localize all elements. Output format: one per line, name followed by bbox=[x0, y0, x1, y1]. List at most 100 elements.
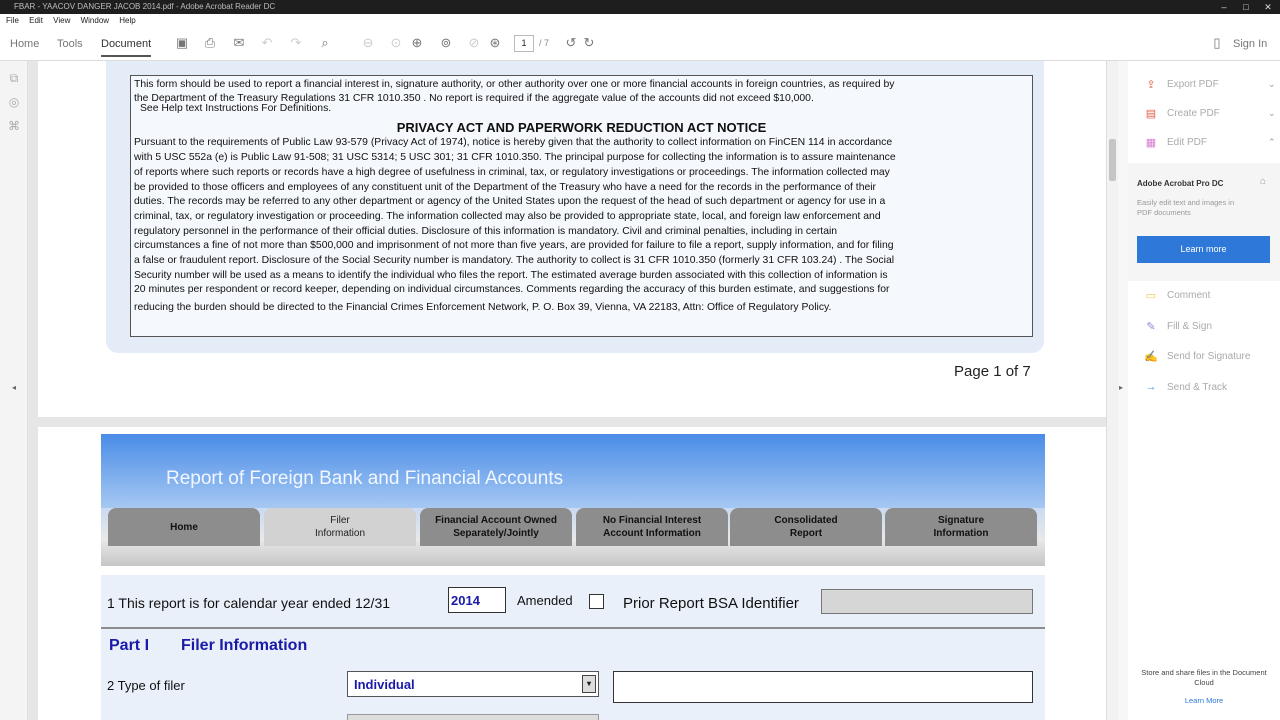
collapse-left-icon[interactable]: ◂ bbox=[7, 383, 21, 397]
menu-view[interactable]: View bbox=[53, 14, 70, 28]
form-tab-consolidated-report[interactable]: Consolidated Report bbox=[730, 508, 882, 546]
send-track-icon: → bbox=[1145, 381, 1157, 393]
cloud-learn-more-link[interactable]: Learn More bbox=[1128, 696, 1280, 705]
window-title: FBAR - YAACOV DANGER JACOB 2014.pdf - Ad… bbox=[14, 2, 276, 11]
rotate-right-icon[interactable]: ↻ bbox=[581, 35, 597, 51]
collapse-right-icon[interactable]: ▸ bbox=[1119, 383, 1123, 392]
tab-home[interactable]: Home bbox=[10, 38, 39, 50]
print-icon[interactable]: ⎙ bbox=[202, 35, 218, 51]
tool-label: Export PDF bbox=[1167, 78, 1219, 90]
notice-line: Security number will be used as a means … bbox=[134, 269, 888, 281]
send-track-tool[interactable]: → Send & Track bbox=[1142, 379, 1228, 395]
pro-promo-panel: Adobe Acrobat Pro DC ⌂ Easily edit text … bbox=[1128, 163, 1280, 281]
filer-type-select[interactable]: Individual ▾ bbox=[347, 671, 599, 697]
edit-pdf-tool[interactable]: ▦ Edit PDF ⌃ bbox=[1142, 134, 1276, 150]
scrollbar-thumb[interactable] bbox=[1109, 139, 1116, 181]
form-tab-filer-information[interactable]: Filer Information bbox=[264, 508, 416, 546]
intro-line-3: See Help text Instructions For Definitio… bbox=[140, 102, 332, 114]
page-total: / 7 bbox=[539, 38, 550, 48]
search-icon[interactable]: ⌕ bbox=[317, 35, 333, 51]
chevron-down-icon[interactable]: ⌄ bbox=[1268, 108, 1276, 119]
bookmarks-icon[interactable]: ◎ bbox=[7, 95, 21, 109]
rotate-left-icon[interactable]: ↺ bbox=[563, 35, 579, 51]
comment-tool[interactable]: ▭ Comment bbox=[1142, 287, 1211, 303]
save-icon[interactable]: ▣ bbox=[174, 35, 190, 51]
calendar-year-label: 1 This report is for calendar year ended… bbox=[107, 595, 391, 611]
form-body: 1 This report is for calendar year ended… bbox=[101, 575, 1045, 720]
previous-page-icon[interactable]: ⊙ bbox=[388, 35, 404, 51]
first-page-icon[interactable]: ⊖ bbox=[360, 35, 376, 51]
menu-file[interactable]: File bbox=[6, 14, 19, 28]
attachments-icon[interactable]: ⌘ bbox=[7, 119, 21, 133]
part-title: Filer Information bbox=[181, 637, 308, 654]
next-page-icon[interactable]: ⊕ bbox=[409, 35, 425, 51]
part-label: Part I bbox=[109, 637, 150, 654]
promo-description: Easily edit text and images in PDF docum… bbox=[1137, 198, 1235, 217]
last-page-icon[interactable]: ⊚ bbox=[438, 35, 454, 51]
learn-more-button[interactable]: Learn more bbox=[1137, 236, 1270, 263]
notice-line: reducing the burden should be directed t… bbox=[134, 302, 832, 314]
filer-type-other-field[interactable] bbox=[613, 671, 1033, 703]
promo-title: Adobe Acrobat Pro DC bbox=[1137, 179, 1224, 188]
notice-line: 20 minutes per respondent or record keep… bbox=[134, 284, 890, 296]
tool-label: Send for Signature bbox=[1167, 350, 1251, 362]
tab-tools[interactable]: Tools bbox=[57, 38, 83, 50]
document-view[interactable]: This form should be used to report a fin… bbox=[28, 61, 1118, 720]
menu-edit[interactable]: Edit bbox=[29, 14, 43, 28]
page-number-input[interactable]: 1 bbox=[514, 35, 534, 52]
forward-icon[interactable]: ⊛ bbox=[487, 35, 503, 51]
form-tab-home[interactable]: Home bbox=[108, 508, 260, 546]
comment-icon: ▭ bbox=[1145, 289, 1157, 302]
calendar-year-field[interactable]: 2014 bbox=[448, 587, 506, 613]
notice-line: regulatory personnel in the performance … bbox=[134, 225, 838, 237]
next-select-field[interactable] bbox=[347, 714, 599, 720]
pdf-page-1: This form should be used to report a fin… bbox=[38, 61, 1106, 417]
tab-document[interactable]: Document bbox=[101, 38, 152, 57]
menu-help[interactable]: Help bbox=[119, 14, 135, 28]
notice-line: circumstances a fine of not more than $5… bbox=[134, 240, 894, 252]
close-icon[interactable]: ✕ bbox=[1260, 0, 1276, 14]
notice-title: PRIVACY ACT AND PAPERWORK REDUCTION ACT … bbox=[396, 119, 767, 135]
notice-line: with 5 USC 552a (e) is Public Law 91-508… bbox=[134, 152, 896, 164]
navigation-pane: ⧉ ◎ ⌘ ◂ bbox=[0, 61, 28, 720]
tool-label: Fill & Sign bbox=[1167, 320, 1213, 332]
prior-bsa-identifier-field[interactable] bbox=[821, 589, 1033, 614]
amended-checkbox[interactable] bbox=[589, 594, 604, 609]
filer-type-value: Individual bbox=[354, 677, 415, 692]
send-for-signature-tool[interactable]: ✍ Send for Signature bbox=[1142, 348, 1250, 364]
create-pdf-tool[interactable]: ▤ Create PDF ⌄ bbox=[1142, 105, 1276, 121]
form-header-banner: Report of Foreign Bank and Financial Acc… bbox=[101, 434, 1045, 508]
form-tab-signature-information[interactable]: Signature Information bbox=[885, 508, 1037, 546]
back-icon[interactable]: ⊘ bbox=[466, 35, 482, 51]
chevron-down-icon[interactable]: ⌄ bbox=[1268, 79, 1276, 90]
filer-type-label: 2 Type of filer bbox=[107, 678, 185, 693]
notice-line: duties. The records may be referred to a… bbox=[134, 196, 886, 208]
fill-sign-tool[interactable]: ✎ Fill & Sign bbox=[1142, 318, 1212, 334]
document-scrollbar[interactable] bbox=[1106, 61, 1118, 720]
menu-bar: File Edit View Window Help bbox=[0, 14, 1280, 28]
right-pane-edge: ▸ bbox=[1118, 61, 1128, 720]
page-thumbnails-icon[interactable]: ⧉ bbox=[7, 71, 21, 85]
undo-icon[interactable]: ↶ bbox=[259, 35, 275, 51]
sign-in-button[interactable]: Sign In bbox=[1233, 38, 1267, 50]
menu-window[interactable]: Window bbox=[81, 14, 109, 28]
chevron-up-icon[interactable]: ⌃ bbox=[1268, 137, 1276, 148]
minimize-icon[interactable]: – bbox=[1216, 0, 1232, 14]
notice-line: be provided to those officers and employ… bbox=[134, 181, 877, 193]
form-tab-financial-account-owned[interactable]: Financial Account Owned Separately/Joint… bbox=[420, 508, 572, 546]
maximize-icon[interactable]: □ bbox=[1238, 0, 1254, 14]
dropdown-arrow-icon[interactable]: ▾ bbox=[582, 675, 596, 693]
export-pdf-icon: ⇪ bbox=[1146, 78, 1156, 91]
notice-textbox: This form should be used to report a fin… bbox=[130, 75, 1033, 337]
section-divider bbox=[101, 627, 1045, 629]
export-pdf-tool[interactable]: ⇪ Export PDF ⌄ bbox=[1142, 76, 1275, 92]
form-tab-row: Home Filer Information Financial Account… bbox=[101, 508, 1045, 566]
document-cloud-text: Store and share files in the Document Cl… bbox=[1141, 668, 1267, 687]
email-icon[interactable]: ✉ bbox=[231, 35, 247, 51]
tools-pane: ⇪ Export PDF ⌄ ▤ Create PDF ⌄ ▦ Edit PDF… bbox=[1128, 61, 1280, 720]
fill-sign-icon: ✎ bbox=[1146, 320, 1156, 333]
create-pdf-icon: ▤ bbox=[1145, 107, 1157, 120]
redo-icon[interactable]: ↷ bbox=[288, 35, 304, 51]
form-tab-no-financial-interest[interactable]: No Financial Interest Account Informatio… bbox=[576, 508, 728, 546]
mobile-link-icon[interactable]: ▯ bbox=[1209, 35, 1225, 51]
